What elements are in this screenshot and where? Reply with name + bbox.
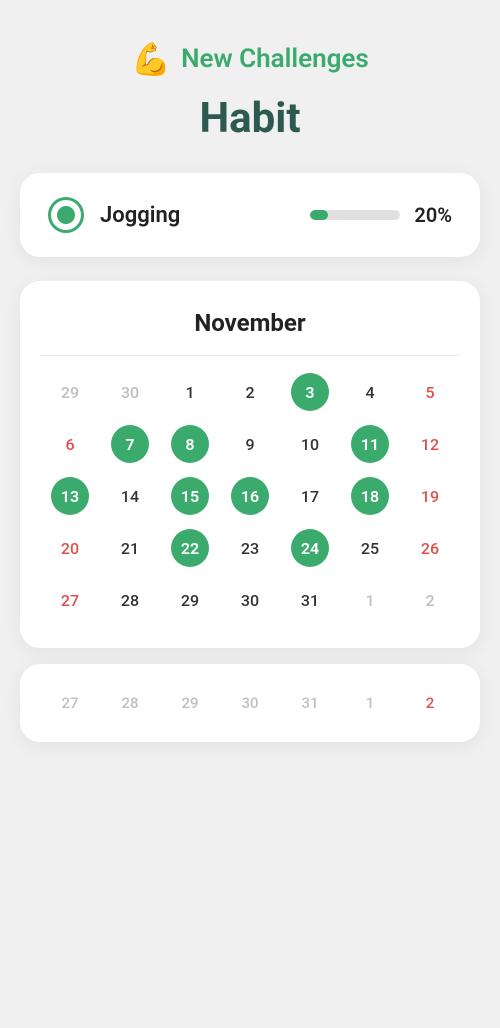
- calendar-divider: [40, 355, 460, 356]
- calendar-cell[interactable]: 2: [400, 576, 460, 624]
- calendar-cell[interactable]: 10: [280, 420, 340, 468]
- calendar-cell[interactable]: 22: [160, 524, 220, 572]
- calendar-cell[interactable]: 24: [280, 524, 340, 572]
- calendar-cell[interactable]: 12: [400, 420, 460, 468]
- calendar-cell[interactable]: 29: [160, 576, 220, 624]
- calendar-cell[interactable]: 19: [400, 472, 460, 520]
- calendar-cell[interactable]: 13: [40, 472, 100, 520]
- calendar-cell[interactable]: 8: [160, 420, 220, 468]
- calendar-cell[interactable]: 2: [220, 368, 280, 416]
- calendar-cell[interactable]: 7: [100, 420, 160, 468]
- calendar-cell-bottom: 28: [100, 682, 160, 724]
- progress-bar-container: 20%: [310, 203, 452, 227]
- calendar-cell[interactable]: 11: [340, 420, 400, 468]
- calendar-cell[interactable]: 5: [400, 368, 460, 416]
- calendar-grid: 2930123456789101112131415161718192021222…: [40, 368, 460, 624]
- calendar-cell-bottom: 2: [400, 682, 460, 724]
- habit-status-icon: [48, 197, 84, 233]
- page-title: Habit: [199, 94, 300, 143]
- calendar-cell[interactable]: 6: [40, 420, 100, 468]
- calendar-cell[interactable]: 23: [220, 524, 280, 572]
- calendar-cell-bottom: 30: [220, 682, 280, 724]
- calendar-cell-bottom: 31: [280, 682, 340, 724]
- calendar-cell[interactable]: 17: [280, 472, 340, 520]
- calendar-cell-bottom: 29: [160, 682, 220, 724]
- habit-card: Jogging 20%: [20, 173, 480, 257]
- calendar-cell[interactable]: 28: [100, 576, 160, 624]
- progress-bar-track: [310, 210, 400, 220]
- calendar-cell[interactable]: 4: [340, 368, 400, 416]
- calendar-cell[interactable]: 25: [340, 524, 400, 572]
- habit-icon-inner: [57, 206, 75, 224]
- calendar-cell-bottom: 1: [340, 682, 400, 724]
- muscle-emoji: 💪: [131, 40, 171, 78]
- calendar-cell[interactable]: 27: [40, 576, 100, 624]
- calendar-card-bottom: 272829303112: [20, 664, 480, 742]
- calendar-cell[interactable]: 21: [100, 524, 160, 572]
- calendar-cell[interactable]: 15: [160, 472, 220, 520]
- calendar-cell[interactable]: 3: [280, 368, 340, 416]
- progress-bar-fill: [310, 210, 328, 220]
- calendar-cell[interactable]: 1: [340, 576, 400, 624]
- calendar-cell[interactable]: 29: [40, 368, 100, 416]
- calendar-cell[interactable]: 20: [40, 524, 100, 572]
- page-header: 💪 New Challenges: [131, 40, 369, 78]
- calendar-cell[interactable]: 30: [100, 368, 160, 416]
- calendar-cell[interactable]: 16: [220, 472, 280, 520]
- header-title: New Challenges: [181, 44, 369, 74]
- calendar-month: November: [40, 309, 460, 337]
- calendar-cell[interactable]: 31: [280, 576, 340, 624]
- calendar-card: November 2930123456789101112131415161718…: [20, 281, 480, 648]
- calendar-cell[interactable]: 30: [220, 576, 280, 624]
- calendar-cell[interactable]: 1: [160, 368, 220, 416]
- habit-name: Jogging: [100, 203, 294, 228]
- calendar-cell[interactable]: 26: [400, 524, 460, 572]
- calendar-cell-bottom: 27: [40, 682, 100, 724]
- calendar-cell[interactable]: 9: [220, 420, 280, 468]
- calendar-grid-bottom: 272829303112: [40, 682, 460, 724]
- calendar-cell[interactable]: 14: [100, 472, 160, 520]
- progress-percent: 20%: [414, 203, 452, 227]
- calendar-cell[interactable]: 18: [340, 472, 400, 520]
